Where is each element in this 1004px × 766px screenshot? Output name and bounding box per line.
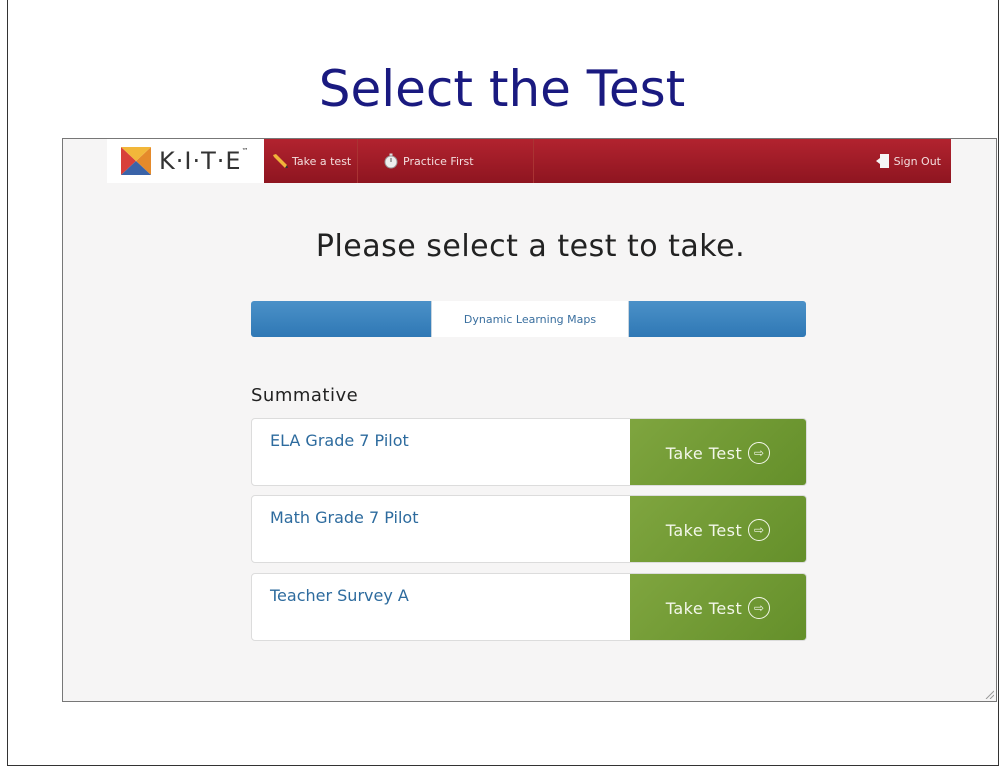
page-heading: Please select a test to take. — [315, 229, 746, 264]
test-category-tabs: Dynamic Learning Maps — [251, 301, 806, 337]
arrow-right-circle-icon: ⇨ — [748, 442, 771, 464]
nav-take-a-test-label: Take a test — [292, 154, 352, 168]
take-test-button[interactable]: Take Test ⇨ — [630, 496, 806, 562]
arrow-right-circle-icon: ⇨ — [748, 519, 771, 541]
take-test-button[interactable]: Take Test ⇨ — [630, 419, 806, 485]
test-row: Math Grade 7 Pilot Take Test ⇨ — [251, 495, 807, 563]
logo-text: K·I·T·E — [159, 147, 242, 175]
stopwatch-icon — [384, 153, 398, 169]
arrow-right-circle-icon: ⇨ — [748, 597, 771, 619]
kite-logo[interactable]: K·I·T·E ™ — [107, 139, 264, 183]
app-screenshot: K·I·T·E ™ Take a test Practice First Sig… — [62, 138, 997, 702]
test-row: Teacher Survey A Take Test ⇨ — [251, 573, 807, 641]
nav-practice-first-label: Practice First — [403, 154, 474, 168]
test-name: ELA Grade 7 Pilot — [270, 431, 409, 450]
nav-take-a-test[interactable]: Take a test — [272, 139, 359, 183]
logo-trademark: ™ — [241, 147, 249, 155]
resize-grip-icon[interactable] — [984, 689, 994, 699]
test-row: ELA Grade 7 Pilot Take Test ⇨ — [251, 418, 807, 486]
pencil-icon — [273, 154, 288, 168]
top-nav-bar: K·I·T·E ™ Take a test Practice First Sig… — [107, 139, 951, 183]
take-test-label: Take Test — [665, 598, 743, 618]
slide-title: Select the Test — [318, 60, 686, 118]
tab-dynamic-learning-maps[interactable]: Dynamic Learning Maps — [431, 301, 629, 337]
section-label-summative: Summative — [251, 385, 359, 406]
sign-out-label: Sign Out — [893, 154, 941, 168]
test-name: Teacher Survey A — [270, 586, 409, 605]
sign-out-icon — [875, 154, 889, 168]
take-test-button[interactable]: Take Test ⇨ — [630, 574, 806, 640]
test-name: Math Grade 7 Pilot — [270, 508, 419, 527]
sign-out-button[interactable]: Sign Out — [875, 139, 941, 183]
kite-logo-icon — [121, 147, 151, 175]
take-test-label: Take Test — [665, 443, 743, 463]
nav-practice-first[interactable]: Practice First — [383, 139, 534, 183]
take-test-label: Take Test — [665, 520, 743, 540]
